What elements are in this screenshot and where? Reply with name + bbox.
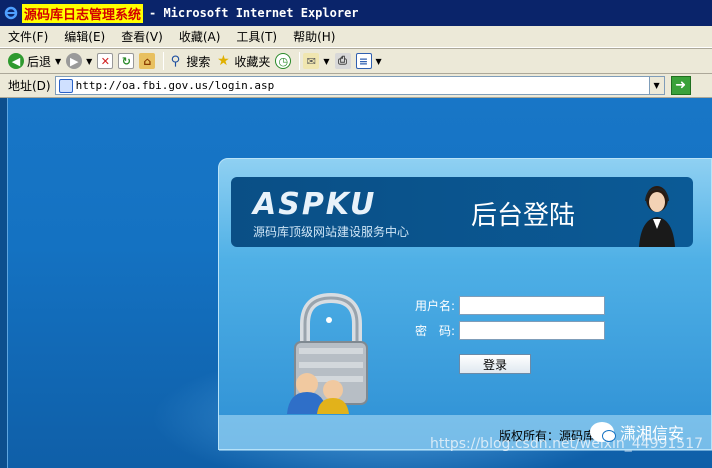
password-label: 密 码: (414, 323, 455, 338)
back-label: 后退 (27, 54, 52, 69)
back-arrow-icon: ◀ (8, 53, 24, 69)
address-box[interactable]: ▼ (54, 76, 665, 95)
history-button[interactable]: ◷ (275, 50, 292, 72)
mail-dropdown-icon[interactable]: ▼ (323, 57, 329, 66)
search-icon: ⚲ (170, 53, 181, 69)
wechat-account-name: 潇湘信安 (620, 424, 685, 443)
banner-slogan: 源码库顶级网站建设服务中心 (253, 225, 410, 239)
login-title: 后台登陆 (471, 201, 576, 231)
menu-favorites[interactable]: 收藏(A) (171, 28, 229, 45)
page-left-edge (0, 98, 8, 468)
page-content: ASPKU 源码库顶级网站建设服务中心 后台登陆 用户名: 密 码: 登录 版权… (0, 98, 712, 468)
window-title-highlight: 源码库日志管理系统 (22, 3, 144, 23)
search-label: 搜索 (186, 54, 211, 69)
username-label: 用户名: (414, 298, 455, 313)
toolbar-separator (299, 52, 301, 70)
login-form: 用户名: 密 码: (389, 294, 605, 344)
stop-icon: ✕ (97, 53, 114, 69)
back-dropdown-icon[interactable]: ▼ (55, 57, 61, 66)
home-button[interactable]: ⌂ (139, 50, 156, 72)
browser-window: 源码库日志管理系统 - Microsoft Internet Explorer … (0, 0, 712, 468)
edit-page-icon: ≡ (355, 53, 372, 69)
mail-button[interactable]: ✉ ▼ (303, 50, 330, 72)
login-banner: ASPKU 源码库顶级网站建设服务中心 后台登陆 (231, 177, 693, 247)
stop-button[interactable]: ✕ (97, 50, 114, 72)
refresh-icon: ↻ (118, 53, 135, 69)
address-bar: 地址(D) ▼ ➜ (0, 74, 712, 98)
search-button[interactable]: ⚲ 搜索 (167, 50, 211, 72)
toolbar: ◀ 后退 ▼ ▶ ▼ ✕ ↻ ⌂ ⚲ 搜索 ★ 收藏夹 ◷ ✉ ▼ ⎙ ≡ ▼ (0, 48, 712, 74)
forward-button[interactable]: ▶ ▼ (66, 50, 92, 72)
password-row: 密 码: (389, 319, 605, 341)
forward-dropdown-icon[interactable]: ▼ (86, 57, 92, 66)
wechat-watermark: 潇湘信安 (590, 420, 684, 444)
support-agent-icon (639, 186, 675, 247)
menu-bar: 文件(F) 编辑(E) 查看(V) 收藏(A) 工具(T) 帮助(H) (0, 26, 712, 48)
go-button[interactable]: ➜ (670, 76, 691, 95)
favorites-button[interactable]: ★ 收藏夹 (215, 50, 270, 72)
favorites-label: 收藏夹 (234, 54, 271, 69)
star-icon: ★ (217, 53, 230, 69)
title-bar: 源码库日志管理系统 - Microsoft Internet Explorer (0, 0, 712, 26)
menu-help[interactable]: 帮助(H) (285, 28, 343, 45)
menu-edit[interactable]: 编辑(E) (56, 28, 113, 45)
wechat-icon (590, 422, 616, 442)
history-icon: ◷ (275, 53, 292, 69)
username-row: 用户名: (389, 294, 605, 316)
print-button[interactable]: ⎙ (334, 50, 351, 72)
window-title-app: - Microsoft Internet Explorer (149, 6, 359, 20)
forward-arrow-icon: ▶ (66, 53, 83, 69)
menu-tools[interactable]: 工具(T) (228, 28, 285, 45)
ie-icon (3, 5, 19, 21)
edit-button[interactable]: ≡ ▼ (355, 50, 382, 72)
go-arrow-icon: ➜ (675, 78, 687, 93)
refresh-button[interactable]: ↻ (118, 50, 135, 72)
menu-view[interactable]: 查看(V) (113, 28, 171, 45)
mail-icon: ✉ (303, 53, 320, 69)
address-dropdown-icon[interactable]: ▼ (648, 77, 664, 94)
menu-file[interactable]: 文件(F) (0, 28, 56, 45)
address-label: 地址(D) (8, 79, 51, 93)
print-icon: ⎙ (334, 53, 351, 69)
address-input[interactable] (75, 79, 649, 92)
login-panel: ASPKU 源码库顶级网站建设服务中心 后台登陆 用户名: 密 码: 登录 版权… (218, 158, 712, 451)
toolbar-separator (163, 52, 165, 70)
home-icon: ⌂ (139, 53, 156, 69)
password-input[interactable] (459, 320, 605, 340)
login-button[interactable]: 登录 (459, 354, 531, 374)
page-icon (58, 78, 73, 93)
padlock-users-icon (287, 292, 368, 414)
aspku-logo: ASPKU (253, 187, 377, 222)
back-button[interactable]: ◀ 后退 ▼ (8, 50, 61, 72)
edit-dropdown-icon[interactable]: ▼ (376, 57, 382, 66)
username-input[interactable] (459, 295, 605, 315)
